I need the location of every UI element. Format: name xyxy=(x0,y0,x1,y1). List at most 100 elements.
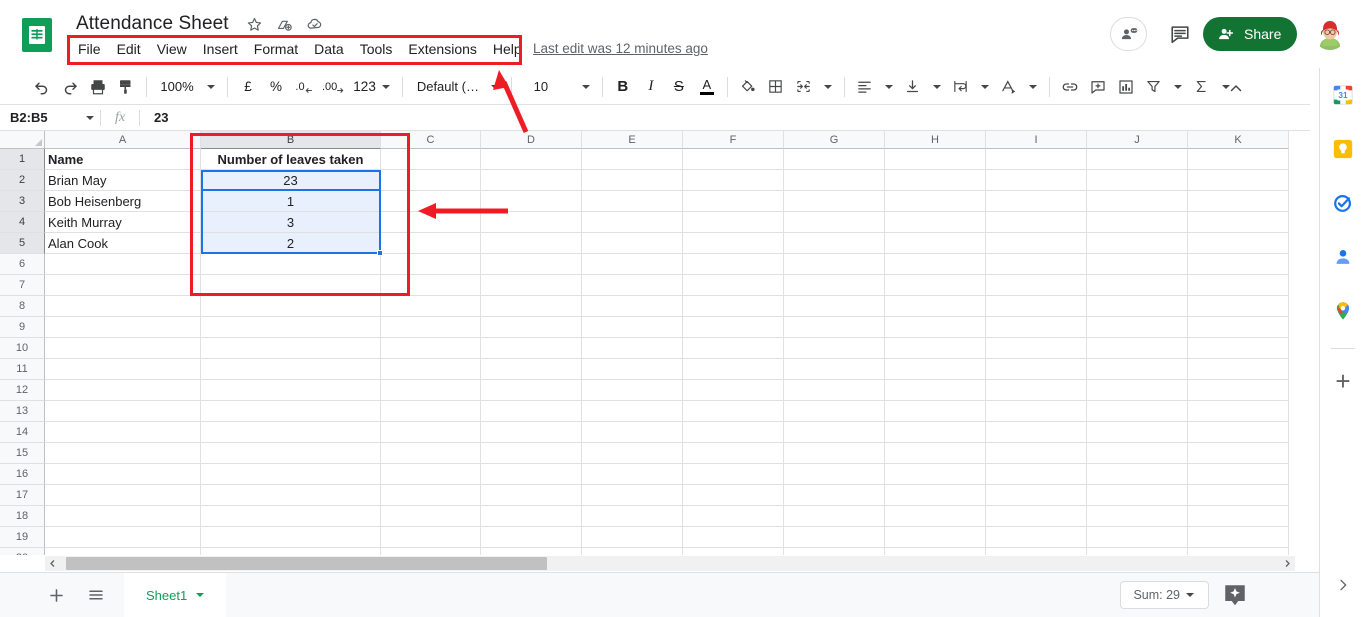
row-header-7[interactable]: 7 xyxy=(0,275,45,296)
cell-F4[interactable] xyxy=(683,212,784,233)
add-sheet-button[interactable] xyxy=(38,577,74,613)
cell-G5[interactable] xyxy=(784,233,885,254)
cell-H2[interactable] xyxy=(885,170,986,191)
cell-E9[interactable] xyxy=(582,317,683,338)
cell-C18[interactable] xyxy=(381,506,481,527)
italic-button[interactable]: I xyxy=(637,73,665,101)
cell-F7[interactable] xyxy=(683,275,784,296)
cell-H17[interactable] xyxy=(885,485,986,506)
cell-D15[interactable] xyxy=(481,443,582,464)
cell-J20[interactable] xyxy=(1087,548,1188,555)
formula-input[interactable]: 23 xyxy=(140,110,168,125)
cell-B17[interactable] xyxy=(201,485,381,506)
zoom-selector[interactable]: 100% xyxy=(153,73,221,101)
fill-color-icon[interactable] xyxy=(734,73,762,101)
google-maps-icon[interactable] xyxy=(1320,284,1365,338)
cell-I2[interactable] xyxy=(986,170,1087,191)
cell-D8[interactable] xyxy=(481,296,582,317)
column-header-g[interactable]: G xyxy=(784,131,885,149)
row-header-2[interactable]: 2 xyxy=(0,170,45,191)
percent-format-button[interactable]: % xyxy=(262,73,290,101)
cell-G4[interactable] xyxy=(784,212,885,233)
row-header-20[interactable]: 20 xyxy=(0,548,45,555)
cell-F12[interactable] xyxy=(683,380,784,401)
cell-D20[interactable] xyxy=(481,548,582,555)
cell-B13[interactable] xyxy=(201,401,381,422)
cell-I12[interactable] xyxy=(986,380,1087,401)
cell-E15[interactable] xyxy=(582,443,683,464)
menu-item-edit[interactable]: Edit xyxy=(109,39,149,59)
cell-K5[interactable] xyxy=(1188,233,1289,254)
column-header-e[interactable]: E xyxy=(582,131,683,149)
strikethrough-button[interactable]: S xyxy=(665,73,693,101)
cell-K8[interactable] xyxy=(1188,296,1289,317)
cell-H20[interactable] xyxy=(885,548,986,555)
cell-C7[interactable] xyxy=(381,275,481,296)
cell-I13[interactable] xyxy=(986,401,1087,422)
cell-F13[interactable] xyxy=(683,401,784,422)
cell-B12[interactable] xyxy=(201,380,381,401)
cell-I17[interactable] xyxy=(986,485,1087,506)
cell-I20[interactable] xyxy=(986,548,1087,555)
google-sheets-logo-icon[interactable] xyxy=(22,18,52,52)
cell-G20[interactable] xyxy=(784,548,885,555)
currency-format-button[interactable]: £ xyxy=(234,73,262,101)
sheet-tab-sheet1[interactable]: Sheet1 xyxy=(124,573,226,617)
expand-side-panel-icon[interactable] xyxy=(1320,571,1365,599)
cell-I16[interactable] xyxy=(986,464,1087,485)
cell-C14[interactable] xyxy=(381,422,481,443)
cell-F20[interactable] xyxy=(683,548,784,555)
google-tasks-icon[interactable] xyxy=(1320,176,1365,230)
cell-H15[interactable] xyxy=(885,443,986,464)
cell-J6[interactable] xyxy=(1087,254,1188,275)
join-meeting-icon[interactable] xyxy=(1110,17,1147,51)
vertical-align-selector[interactable] xyxy=(899,73,947,101)
cell-C15[interactable] xyxy=(381,443,481,464)
cell-G8[interactable] xyxy=(784,296,885,317)
cell-C13[interactable] xyxy=(381,401,481,422)
name-box[interactable]: B2:B5 xyxy=(0,110,100,125)
row-header-15[interactable]: 15 xyxy=(0,443,45,464)
font-selector[interactable]: Default (Ari... xyxy=(409,73,505,101)
filter-selector[interactable] xyxy=(1140,73,1188,101)
cell-K6[interactable] xyxy=(1188,254,1289,275)
cell-E11[interactable] xyxy=(582,359,683,380)
cell-C3[interactable] xyxy=(381,191,481,212)
row-header-11[interactable]: 11 xyxy=(0,359,45,380)
cell-H4[interactable] xyxy=(885,212,986,233)
cell-A9[interactable] xyxy=(45,317,201,338)
collapse-toolbar-icon[interactable] xyxy=(1222,75,1250,103)
cell-B9[interactable] xyxy=(201,317,381,338)
cell-D18[interactable] xyxy=(481,506,582,527)
row-header-4[interactable]: 4 xyxy=(0,212,45,233)
row-header-13[interactable]: 13 xyxy=(0,401,45,422)
insert-link-icon[interactable] xyxy=(1056,73,1084,101)
cell-G6[interactable] xyxy=(784,254,885,275)
cell-C10[interactable] xyxy=(381,338,481,359)
scroll-left-icon[interactable] xyxy=(45,556,60,571)
cell-E5[interactable] xyxy=(582,233,683,254)
row-header-19[interactable]: 19 xyxy=(0,527,45,548)
cell-I5[interactable] xyxy=(986,233,1087,254)
cell-D5[interactable] xyxy=(481,233,582,254)
cell-H13[interactable] xyxy=(885,401,986,422)
cell-E10[interactable] xyxy=(582,338,683,359)
cell-J2[interactable] xyxy=(1087,170,1188,191)
cell-I4[interactable] xyxy=(986,212,1087,233)
cell-K13[interactable] xyxy=(1188,401,1289,422)
cell-B8[interactable] xyxy=(201,296,381,317)
insert-chart-icon[interactable] xyxy=(1112,73,1140,101)
cell-E2[interactable] xyxy=(582,170,683,191)
cell-A10[interactable] xyxy=(45,338,201,359)
cell-A6[interactable] xyxy=(45,254,201,275)
column-header-a[interactable]: A xyxy=(45,131,201,149)
cell-K18[interactable] xyxy=(1188,506,1289,527)
cell-C6[interactable] xyxy=(381,254,481,275)
cloud-saved-icon[interactable] xyxy=(305,14,325,34)
cell-G3[interactable] xyxy=(784,191,885,212)
cell-B4[interactable]: 3 xyxy=(201,212,381,233)
font-size-selector[interactable]: 10 xyxy=(524,73,596,101)
cell-C9[interactable] xyxy=(381,317,481,338)
cell-E4[interactable] xyxy=(582,212,683,233)
cell-G13[interactable] xyxy=(784,401,885,422)
